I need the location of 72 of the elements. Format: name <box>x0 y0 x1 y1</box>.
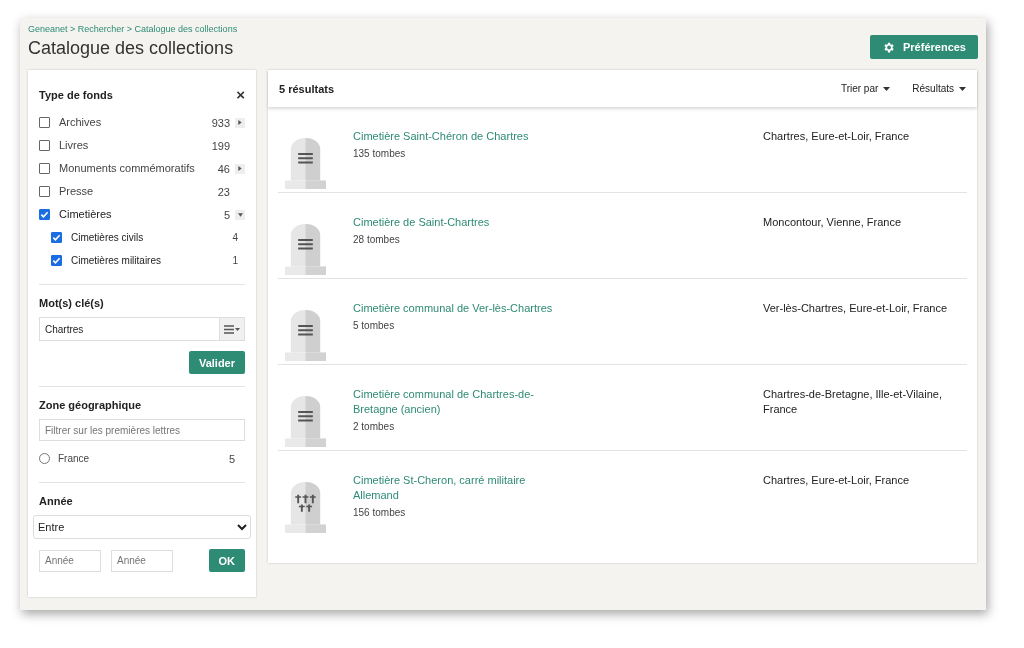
preferences-button[interactable]: Préférences <box>870 35 978 59</box>
close-icon[interactable]: × <box>236 86 245 103</box>
tombstone-icon <box>285 394 326 447</box>
cemetery-location: Moncontour, Vienne, France <box>763 215 902 230</box>
validate-button[interactable]: Valider <box>188 351 245 374</box>
filter-count: 4 <box>231 232 238 243</box>
cemetery-location: Ver-lès-Chartres, Eure-et-Loir, France <box>763 301 948 316</box>
filter-count: 23 <box>216 185 230 198</box>
expander-button[interactable] <box>235 163 245 174</box>
sort-dropdown[interactable]: Trier par <box>840 83 891 94</box>
list-menu-icon <box>224 324 240 334</box>
range-select[interactable]: Entre <box>33 515 251 539</box>
grave-count: 28 tombes <box>353 234 401 245</box>
filter-count: 46 <box>216 162 230 175</box>
caret-icon <box>238 120 242 125</box>
list-menu-button[interactable] <box>219 317 245 341</box>
section-title: Année <box>39 495 74 507</box>
caret-icon <box>959 86 966 91</box>
grave-count: 135 tombes <box>353 148 407 159</box>
cemetery-location: Chartres, Eure-et-Loir, France <box>763 473 911 488</box>
grave-count: 5 tombes <box>353 320 396 331</box>
cemetery-link[interactable]: Cimetière communal de Chartres-de-Bretagne (ancien) <box>353 387 553 417</box>
cemetery-location: Chartres-de-Bretagne, Ille-et-Vilaine, France <box>763 387 943 417</box>
filter-label[interactable]: Cimetières <box>59 207 200 222</box>
section-title: Zone géographique <box>39 399 143 411</box>
checkbox[interactable] <box>51 255 62 266</box>
tombstone-icon <box>285 480 326 533</box>
results-dropdown[interactable]: Résultats <box>912 83 966 94</box>
checkbox[interactable] <box>39 163 50 174</box>
filter-label[interactable]: Livres <box>59 138 200 153</box>
year-from-field[interactable]: Année <box>39 549 101 572</box>
tombstone-icon <box>285 308 326 361</box>
filter-label[interactable]: Monuments commémoratifs <box>59 161 200 176</box>
cemetery-link[interactable]: Cimetière Saint-Chéron de Chartres <box>353 129 553 144</box>
filter-count: 5 <box>227 452 235 465</box>
checkbox[interactable] <box>51 232 62 243</box>
filter-label[interactable]: Presse <box>59 184 200 199</box>
caret-icon <box>883 86 891 91</box>
cemetery-link[interactable]: Cimetière communal de Ver-lès-Chartres <box>353 301 553 316</box>
page-title: Catalogue des collections <box>28 38 235 59</box>
checkbox[interactable] <box>39 140 50 151</box>
radio-label[interactable]: France <box>58 451 205 466</box>
breadcrumb[interactable]: Geneanet > Rechercher > Catalogue des collections <box>28 24 238 34</box>
cemetery-link[interactable]: Cimetière de Saint-Chartres <box>353 215 553 230</box>
cemetery-link[interactable]: Cimetière St-Cheron, carré militaire Allemand <box>353 473 553 503</box>
checkbox[interactable] <box>39 186 50 197</box>
filter-label[interactable]: Cimetières civils <box>71 230 208 245</box>
checkbox[interactable] <box>39 209 50 220</box>
filter-count: 933 <box>210 116 230 129</box>
expander-button[interactable] <box>235 117 245 128</box>
caret-icon <box>237 212 243 217</box>
filter-label[interactable]: Archives <box>59 115 200 130</box>
settings-icon <box>882 40 895 54</box>
caret-icon <box>238 166 242 171</box>
section-title: Mot(s) clé(s) <box>39 297 105 309</box>
results-count: 5 résultats <box>279 82 336 95</box>
grave-count: 2 tombes <box>353 421 396 432</box>
filter-count: 1 <box>231 255 238 266</box>
filter-count: 199 <box>210 139 230 152</box>
filter-field[interactable]: Filtrer sur les premières lettres <box>39 419 245 441</box>
grave-count: 156 tombes <box>353 507 407 518</box>
keyword-field[interactable]: Chartres <box>39 317 219 341</box>
section-title: Type de fonds <box>39 88 113 101</box>
expander-button[interactable] <box>235 209 245 220</box>
year-to-field[interactable]: Année <box>111 549 173 572</box>
tombstone-icon <box>285 222 326 275</box>
filter-count: 5 <box>222 208 230 221</box>
ok-button[interactable]: OK <box>208 549 245 572</box>
filter-label[interactable]: Cimetières militaires <box>71 253 208 268</box>
cemetery-location: Chartres, Eure-et-Loir, France <box>763 129 911 144</box>
tombstone-icon <box>285 136 326 189</box>
checkbox[interactable] <box>39 117 50 128</box>
